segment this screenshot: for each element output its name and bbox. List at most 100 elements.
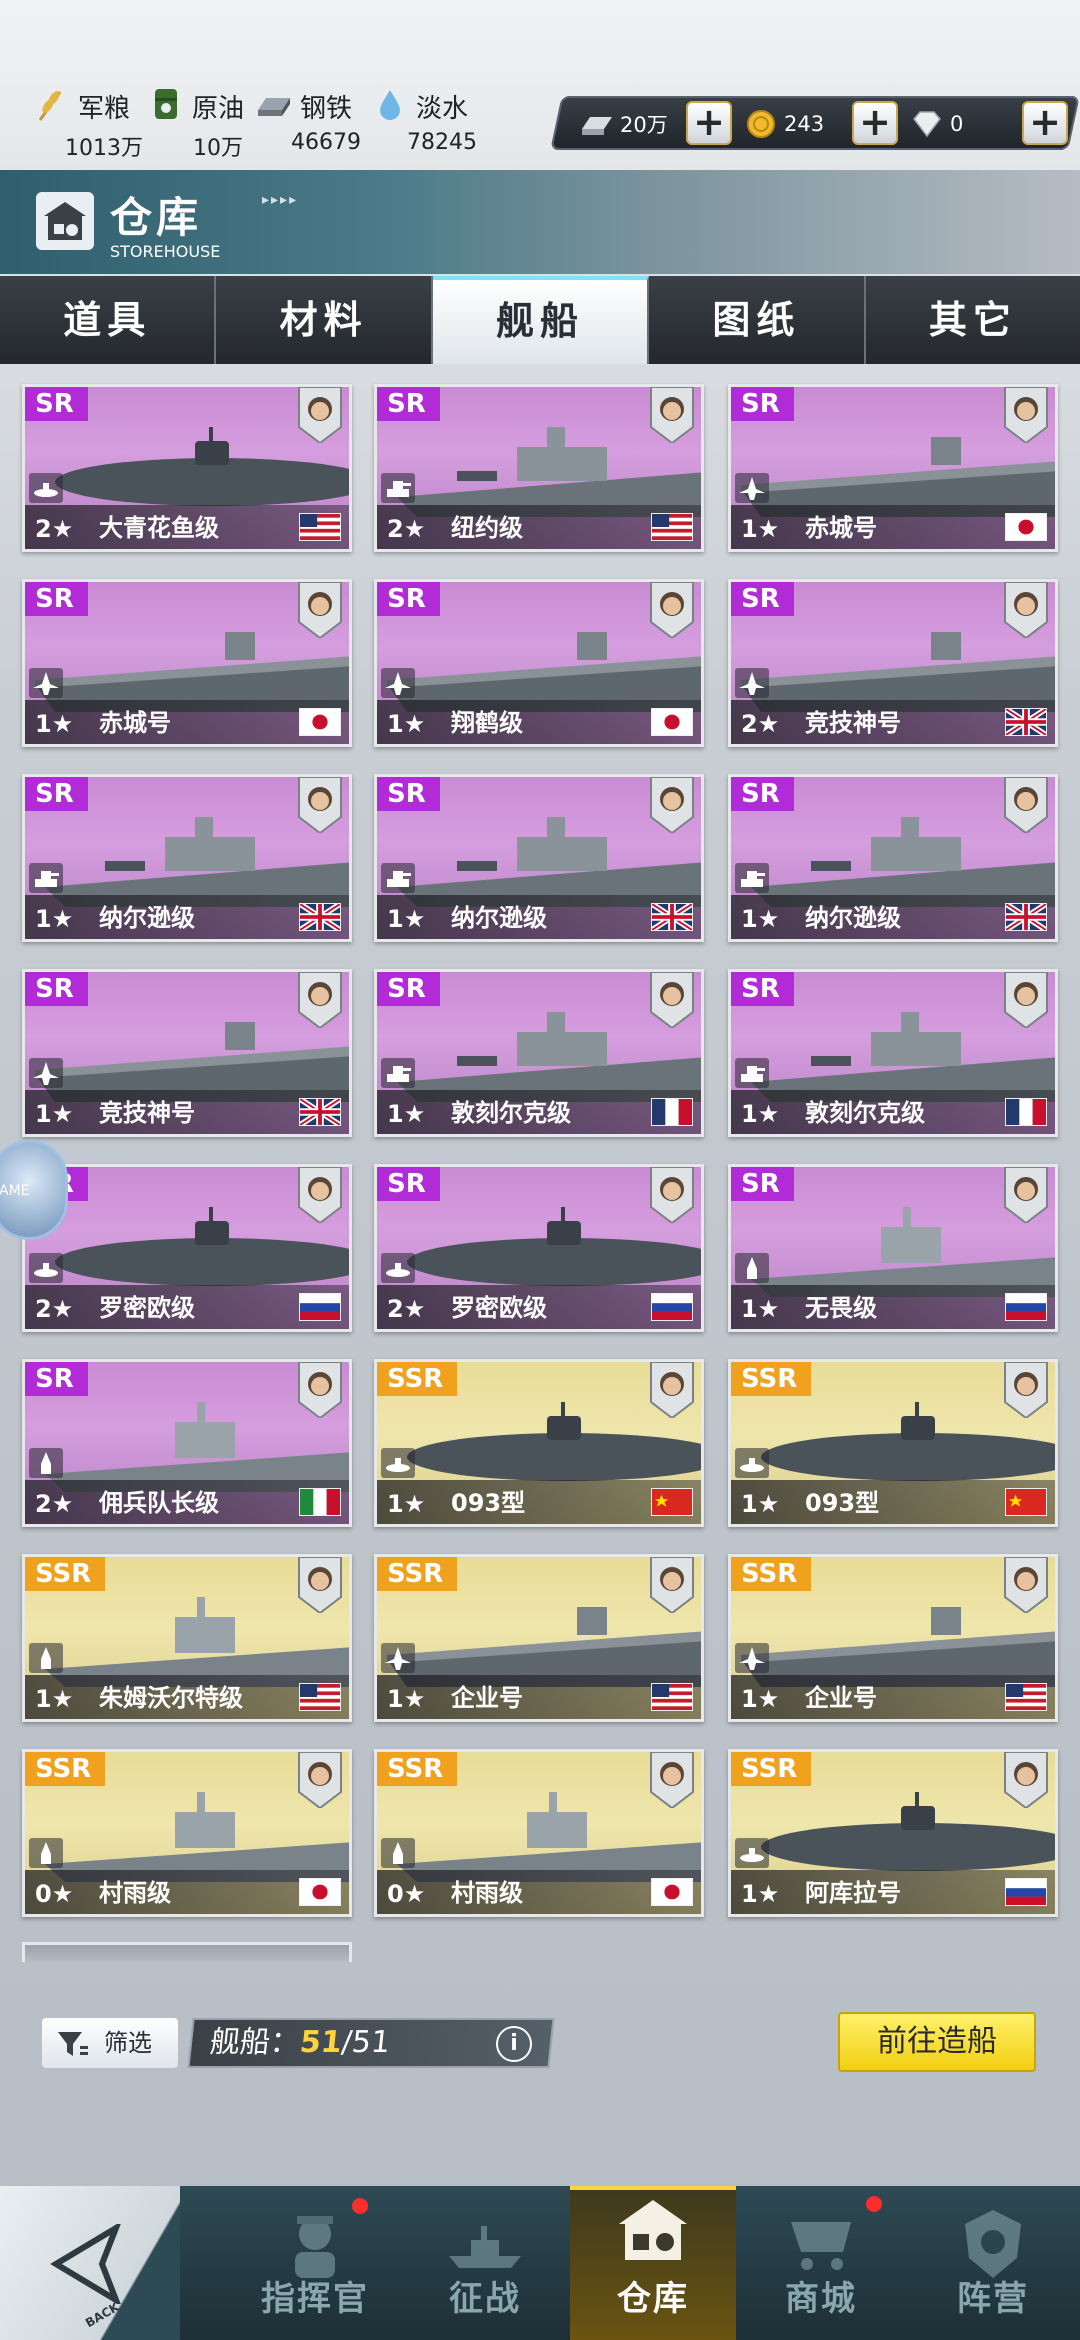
ship-count-label: 舰船： <box>208 2025 302 2060</box>
ship-name: 纳尔逊级 <box>99 904 195 932</box>
resource-name: 原油 <box>192 94 245 124</box>
star-level: 1★ <box>387 1490 426 1518</box>
add-silver-button[interactable]: + <box>686 101 732 145</box>
ship-card[interactable]: SR 1★ 纳尔逊级 <box>728 774 1058 942</box>
back-button[interactable]: BACK <box>0 2186 180 2340</box>
captain-portrait-icon <box>298 972 342 1028</box>
ship-card[interactable]: SSR 1★ 企业号 <box>728 1554 1058 1722</box>
rarity-badge: SR <box>731 582 794 616</box>
carrier-class-icon <box>29 1058 63 1088</box>
ship-card[interactable]: SR2★罗密欧级 <box>22 1164 352 1332</box>
nav-label: 商城 <box>785 2279 857 2319</box>
ship-card[interactable]: SSR 1★ 阿库拉号 <box>728 1749 1058 1917</box>
captain-portrait-icon <box>650 1557 694 1613</box>
nav-shop[interactable]: 商城 <box>736 2186 906 2340</box>
destroyer-class-icon <box>29 1838 63 1868</box>
ship-card-partial[interactable] <box>22 1942 352 1962</box>
ship-card[interactable]: SR 1★ 竞技神号 <box>22 969 352 1137</box>
rarity-badge: SR <box>731 777 794 811</box>
storehouse-icon <box>36 192 94 250</box>
captain-portrait-icon <box>650 777 694 833</box>
tab-blueprints[interactable]: 图纸 <box>649 276 866 364</box>
ship-card[interactable]: SSR 0★ 村雨级 <box>22 1749 352 1917</box>
captain-portrait-icon <box>650 582 694 638</box>
ship-name: 罗密欧级 <box>451 1294 547 1322</box>
ship-card[interactable]: SR 1★ 赤城号 <box>22 579 352 747</box>
submarine-class-icon <box>735 1448 769 1478</box>
tab-materials[interactable]: 材料 <box>216 276 433 364</box>
ship-card[interactable]: SR 2★ 竞技神号 <box>728 579 1058 747</box>
ship-card[interactable]: SSR 1★ 朱姆沃尔特级 <box>22 1554 352 1722</box>
ship-card[interactable]: SSR 1★ 093型 <box>374 1359 704 1527</box>
add-gold-button[interactable]: + <box>852 101 898 145</box>
carrier-class-icon <box>381 1643 415 1673</box>
ship-name: 村雨级 <box>99 1879 171 1907</box>
captain-portrait-icon <box>1004 1362 1048 1418</box>
steel-ingot-icon <box>258 98 290 116</box>
ship-card[interactable]: SR 1★ 纳尔逊级 <box>22 774 352 942</box>
ship-card[interactable]: SSR 0★ 村雨级 <box>374 1749 704 1917</box>
ship-card[interactable]: SR2★罗密欧级 <box>374 1164 704 1332</box>
diamond-icon <box>913 111 941 138</box>
ship-card[interactable]: SR 2★ 纽约级 <box>374 384 704 552</box>
tab-other[interactable]: 其它 <box>865 276 1080 364</box>
ship-card[interactable]: SR 1★ 翔鹤级 <box>374 579 704 747</box>
filter-icon <box>58 2032 88 2056</box>
star-level: 2★ <box>35 1295 74 1323</box>
nav-faction[interactable]: 阵营 <box>906 2186 1080 2340</box>
captain-portrait-icon <box>1004 777 1048 833</box>
tab-items[interactable]: 道具 <box>0 276 217 364</box>
battleship-class-icon <box>29 863 63 893</box>
submarine-class-icon <box>29 473 63 503</box>
filter-button[interactable]: 筛选 <box>42 2018 178 2068</box>
floating-assistant-button[interactable]: AME <box>0 1140 68 1240</box>
ship-card[interactable]: SSR 1★ 企业号 <box>374 1554 704 1722</box>
china-flag-icon <box>1005 1488 1047 1516</box>
captain-portrait-icon <box>298 1362 342 1418</box>
resource-steel: 钢铁 46679 <box>256 86 386 162</box>
rarity-badge: SR <box>377 777 440 811</box>
ship-card[interactable]: SR 2★ 佣兵队长级 <box>22 1359 352 1527</box>
chevron-right-icon: ▸▸▸▸ <box>262 192 299 208</box>
resource-value: 78245 <box>407 130 477 155</box>
uk-flag-icon <box>1005 903 1047 931</box>
ship-card[interactable]: SR 1★ 无畏级 <box>728 1164 1058 1332</box>
china-flag-icon <box>651 1488 693 1516</box>
rarity-badge: SR <box>731 972 794 1006</box>
info-icon[interactable]: i <box>496 2026 532 2062</box>
captain-portrait-icon <box>650 1362 694 1418</box>
nav-campaign[interactable]: 征战 <box>400 2186 570 2340</box>
ship-card[interactable]: SSR 1★ 093型 <box>728 1359 1058 1527</box>
ship-count-total: 51 <box>350 2025 392 2060</box>
star-level: 1★ <box>741 1490 780 1518</box>
star-level: 0★ <box>35 1880 74 1908</box>
ship-name: 罗密欧级 <box>99 1294 195 1322</box>
tab-ships[interactable]: 舰船 <box>432 276 650 364</box>
nav-label: 阵营 <box>957 2279 1029 2319</box>
rarity-badge: SSR <box>377 1752 458 1786</box>
uk-flag-icon <box>299 903 341 931</box>
rarity-badge: SR <box>377 972 440 1006</box>
rarity-badge: SR <box>731 387 794 421</box>
ship-card[interactable]: SR 1★ 纳尔逊级 <box>374 774 704 942</box>
ship-card[interactable]: SR 1★ 赤城号 <box>728 384 1058 552</box>
ship-card[interactable]: SR 1★ 敦刻尔克级 <box>374 969 704 1137</box>
floating-assistant-label: AME <box>0 1183 30 1199</box>
star-level: 1★ <box>35 710 74 738</box>
japan-flag-icon <box>1005 513 1047 541</box>
russia-flag-icon <box>651 1293 693 1321</box>
star-level: 1★ <box>387 710 426 738</box>
ship-name: 093型 <box>805 1489 880 1517</box>
carrier-class-icon <box>735 1643 769 1673</box>
star-level: 1★ <box>387 1100 426 1128</box>
ship-name: 大青花鱼级 <box>99 514 219 542</box>
star-level: 2★ <box>387 1295 426 1323</box>
nav-commander[interactable]: 指挥官 <box>210 2186 420 2340</box>
ship-name: 无畏级 <box>805 1294 877 1322</box>
add-diamond-button[interactable]: + <box>1022 101 1068 145</box>
go-build-ship-button[interactable]: 前往造船 <box>838 2012 1036 2072</box>
destroyer-class-icon <box>381 1838 415 1868</box>
ship-card[interactable]: SR 2★ 大青花鱼级 <box>22 384 352 552</box>
nav-storehouse[interactable]: 仓库 <box>570 2186 736 2340</box>
ship-card[interactable]: SR 1★ 敦刻尔克级 <box>728 969 1058 1137</box>
